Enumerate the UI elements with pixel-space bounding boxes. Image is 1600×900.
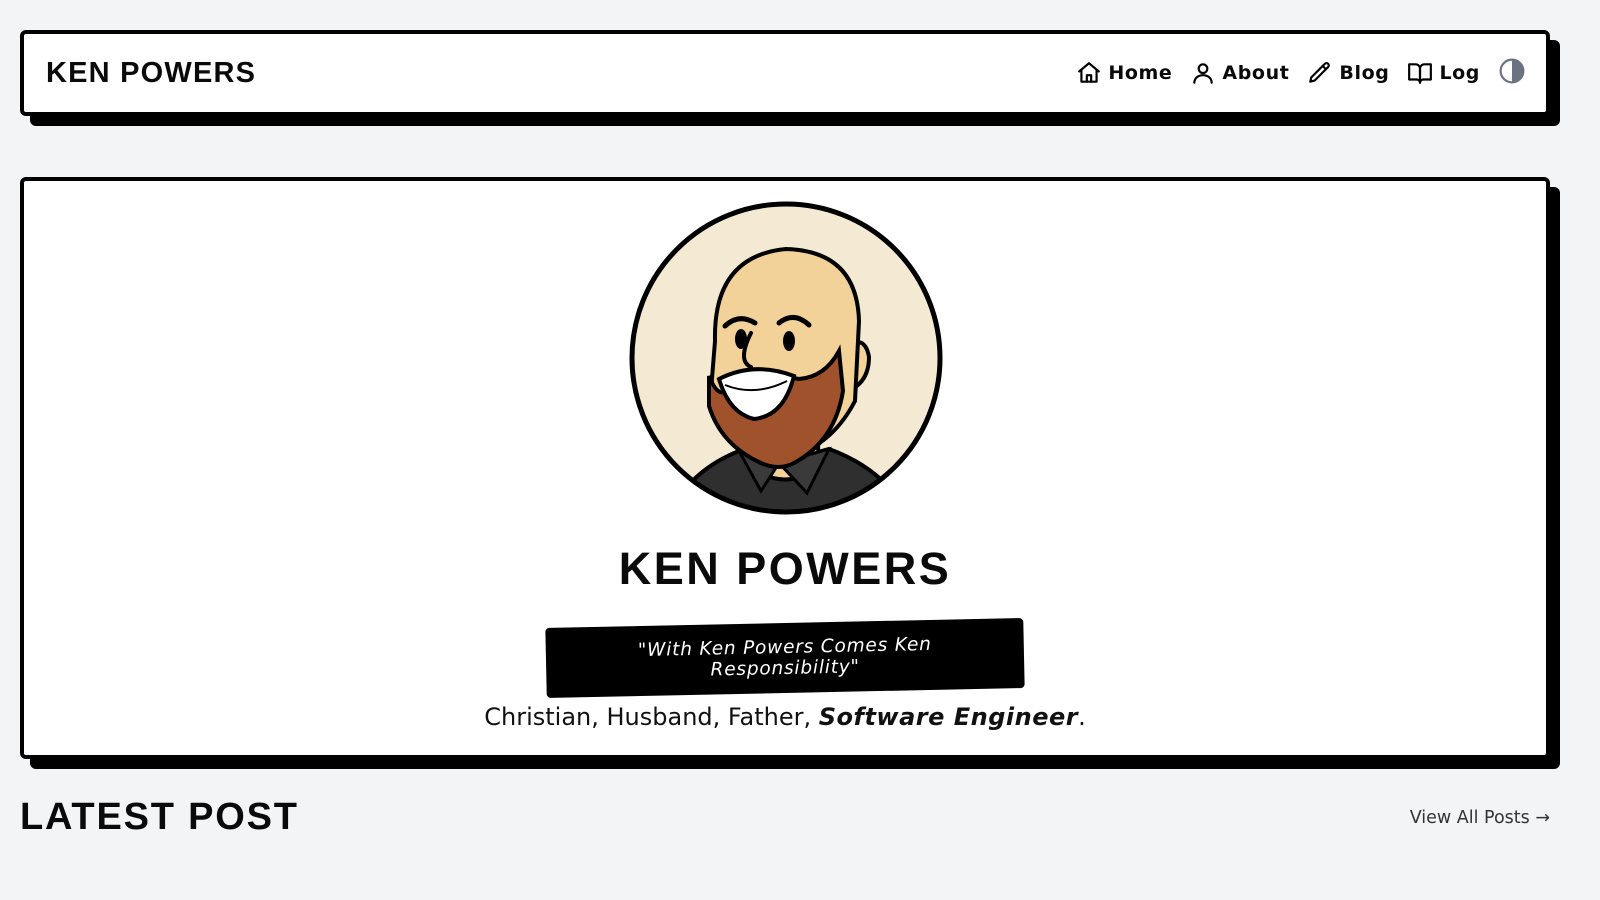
site-header: KEN POWERS Home About Blog Log <box>20 30 1550 116</box>
home-icon <box>1076 60 1102 86</box>
bio-text: Christian, Husband, Father, Software Eng… <box>24 703 1546 731</box>
pencil-icon <box>1307 60 1333 86</box>
contrast-icon <box>1499 58 1525 88</box>
avatar-illustration <box>629 201 943 515</box>
nav-blog[interactable]: Blog <box>1307 60 1389 86</box>
theme-toggle-button[interactable] <box>1498 58 1526 88</box>
nav-log-label: Log <box>1439 62 1480 84</box>
view-all-posts-link[interactable]: View All Posts → <box>1410 808 1550 828</box>
latest-post-heading: LATEST POST <box>20 796 299 838</box>
hero-name: KEN POWERS <box>618 543 952 594</box>
nav-home-label: Home <box>1108 62 1173 84</box>
hero-card: KEN POWERS "With Ken Powers Comes Ken Re… <box>20 177 1550 759</box>
nav-about[interactable]: About <box>1190 60 1289 86</box>
avatar <box>629 201 943 515</box>
user-icon <box>1190 60 1216 86</box>
site-title[interactable]: KEN POWERS <box>46 57 256 90</box>
bio-emphasis: Software Engineer <box>818 703 1079 731</box>
nav-home[interactable]: Home <box>1076 60 1172 86</box>
nav-blog-label: Blog <box>1339 62 1390 84</box>
book-open-icon <box>1407 60 1433 86</box>
tagline-badge: "With Ken Powers Comes Ken Responsibilit… <box>545 618 1025 698</box>
tagline-wrapper: "With Ken Powers Comes Ken Responsibilit… <box>24 618 1546 698</box>
bio-prefix: Christian, Husband, Father, <box>484 703 819 731</box>
main-nav: Home About Blog Log <box>1076 58 1526 88</box>
nav-log[interactable]: Log <box>1407 60 1480 86</box>
nav-about-label: About <box>1222 62 1290 84</box>
bio-suffix: . <box>1078 703 1086 731</box>
